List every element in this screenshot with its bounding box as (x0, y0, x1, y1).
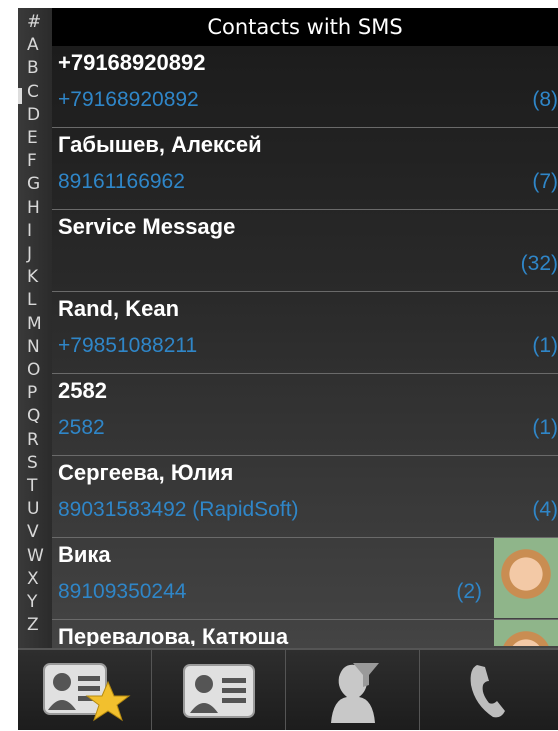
message-count: (32) (520, 252, 558, 275)
contact-photo (494, 538, 558, 618)
contact-row[interactable]: Сергеева, Юлия 89031583492 (RapidSoft) (… (52, 456, 558, 538)
contact-row[interactable]: Перевалова, Катюша (52, 620, 558, 646)
alphabet-letter[interactable]: F (18, 153, 52, 170)
message-count: (7) (532, 170, 558, 193)
alphabet-letter[interactable]: Z (18, 617, 52, 634)
alphabet-letter[interactable]: I (18, 222, 52, 240)
alphabet-letter[interactable]: E (18, 130, 52, 147)
alphabet-letter[interactable]: G (18, 176, 52, 193)
alphabet-letter[interactable]: P (18, 385, 52, 402)
alphabet-letter[interactable]: W (18, 547, 52, 565)
alphabet-letter[interactable]: R (18, 431, 52, 449)
message-count: (4) (532, 498, 558, 521)
contact-row[interactable]: Service Message (32) (52, 210, 558, 292)
contact-row[interactable]: Rand, Kean +79851088211 (1) (52, 292, 558, 374)
message-count: (2) (456, 580, 482, 603)
filter-contacts-button[interactable] (286, 650, 420, 730)
contacts-button[interactable] (152, 650, 286, 730)
alphabet-letter[interactable]: # (18, 14, 52, 31)
alphabet-letter[interactable]: S (18, 454, 52, 472)
alphabet-letter[interactable]: D (18, 106, 52, 124)
message-count: (8) (532, 88, 558, 111)
contact-name: 2582 (58, 378, 107, 403)
contact-name: Rand, Kean (58, 296, 180, 321)
app-screen: # A B C D E F G H I J K L M N O P Q R S T U V W X Y Z Contacts wit… (18, 8, 558, 730)
contact-row[interactable]: 2582 2582 (1) (52, 374, 558, 456)
alphabet-letter[interactable]: O (18, 362, 52, 379)
phone-icon (470, 665, 505, 718)
contact-name: Service Message (58, 214, 236, 239)
call-button[interactable] (420, 650, 554, 730)
page-title: Contacts with SMS (52, 8, 558, 46)
favorite-contacts-icon (42, 663, 130, 722)
contact-filter-icon (330, 663, 379, 723)
alphabet-letter[interactable]: A (18, 37, 52, 54)
contact-row[interactable]: +79168920892 +79168920892 (8) (52, 46, 558, 128)
alphabet-letter[interactable]: H (18, 199, 52, 217)
contact-name: Сергеева, Юлия (58, 460, 234, 485)
contact-number: +79851088211 (58, 334, 198, 357)
contact-photo (494, 620, 558, 646)
alphabet-letter[interactable]: B (18, 60, 52, 77)
alphabet-letter[interactable]: Y (18, 594, 52, 611)
alphabet-letter[interactable]: Q (18, 408, 52, 425)
alphabet-letter[interactable]: K (18, 269, 52, 286)
alphabet-letter[interactable]: L (18, 292, 52, 309)
contact-number: 89031583492 (RapidSoft) (58, 498, 299, 521)
alphabet-letter[interactable]: N (18, 338, 52, 356)
contact-number: 89161166962 (58, 170, 185, 193)
alphabet-letter[interactable]: C (18, 83, 52, 101)
alphabet-letter[interactable]: X (18, 570, 52, 588)
alphabet-letter[interactable]: V (18, 524, 52, 541)
contact-card-icon (182, 664, 255, 718)
contact-number: +79168920892 (58, 88, 199, 111)
contact-name: Перевалова, Катюша (58, 624, 289, 646)
alphabet-letter[interactable]: J (18, 246, 52, 263)
contact-name: Вика (58, 542, 111, 567)
alphabet-letter[interactable]: U (18, 501, 52, 518)
alphabet-letter[interactable]: T (18, 478, 52, 495)
contact-number: 89109350244 (58, 580, 187, 603)
favorite-contacts-button[interactable] (18, 650, 152, 730)
contact-number: 2582 (58, 416, 105, 439)
contact-list: +79168920892 +79168920892 (8) Габышев, А… (52, 46, 558, 646)
contact-row[interactable]: Вика 89109350244 (2) (52, 538, 558, 620)
alphabet-letter[interactable]: M (18, 315, 52, 333)
bottom-toolbar (18, 648, 558, 730)
alphabet-index[interactable]: # A B C D E F G H I J K L M N O P Q R S T U V W X Y Z (18, 8, 52, 648)
message-count: (1) (532, 334, 558, 357)
message-count: (1) (532, 416, 558, 439)
contact-row[interactable]: Габышев, Алексей 89161166962 (7) (52, 128, 558, 210)
contact-name: Габышев, Алексей (58, 132, 262, 157)
contact-name: +79168920892 (58, 50, 206, 75)
